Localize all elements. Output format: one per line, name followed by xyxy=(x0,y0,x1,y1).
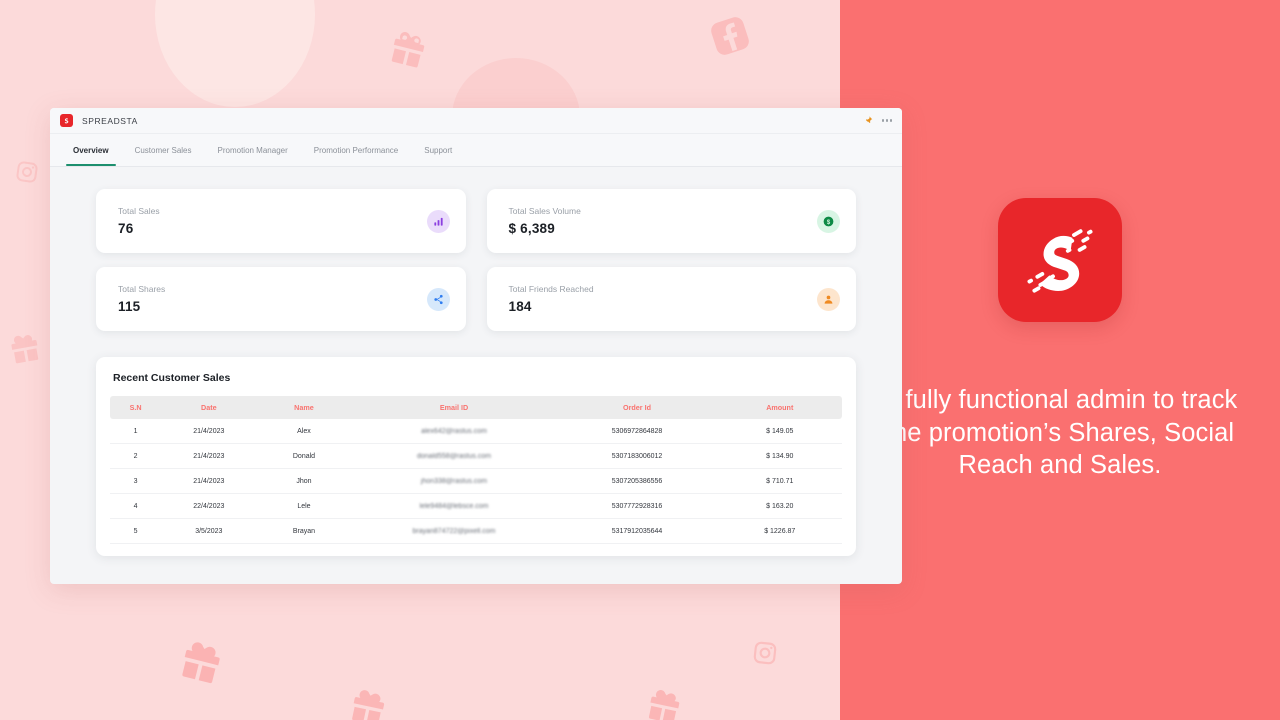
tab-label: Promotion Performance xyxy=(313,145,399,155)
instagram-icon xyxy=(751,639,780,668)
pin-icon[interactable] xyxy=(864,112,873,130)
tab-label: Overview xyxy=(73,145,109,155)
table-row[interactable]: 2 21/4/2023 Donald donald558@rastus.com … xyxy=(110,443,842,469)
stat-label: Total Sales Volume xyxy=(508,206,581,216)
cell-email: brayan874722@pixell.com xyxy=(351,518,557,544)
dollar-coin-icon: $ xyxy=(817,209,840,233)
cell-name: Jhon xyxy=(256,468,352,494)
spreadsta-s-logo-icon xyxy=(998,198,1122,322)
stat-label: Total Shares xyxy=(118,284,166,294)
cell-sn: 4 xyxy=(110,493,162,519)
app-window: SPREADSTA Overview Customer Sales Promot… xyxy=(50,108,902,584)
promo-panel: A fully functional admin to track the pr… xyxy=(840,0,1280,720)
page-root: A fully functional admin to track the pr… xyxy=(0,0,1280,720)
cell-order: 5307772928316 xyxy=(556,493,718,519)
stat-label: Total Friends Reached xyxy=(508,284,594,294)
recent-customer-sales-table: S.N Date Name Email ID Order Id Amount 1… xyxy=(110,396,842,544)
cell-order: 5317912035644 xyxy=(556,518,718,544)
cell-amount: $ 710.71 xyxy=(717,468,842,494)
cell-order: 5306972864828 xyxy=(556,419,718,444)
table-row[interactable]: 3 21/4/2023 Jhon jhon338@rastus.com 5307… xyxy=(110,468,842,494)
stat-value: 184 xyxy=(508,299,532,314)
instagram-icon xyxy=(13,158,40,185)
cell-amount: $ 163.20 xyxy=(717,493,842,519)
stat-value: 115 xyxy=(118,299,141,314)
table-row[interactable]: 1 21/4/2023 Alex alex642@rastus.com 5306… xyxy=(110,419,842,444)
stat-label: Total Sales xyxy=(118,206,160,216)
tab-customer-sales[interactable]: Customer Sales xyxy=(122,134,205,166)
recent-customer-sales-card: Recent Customer Sales S.N Date Name Emai… xyxy=(96,357,856,556)
facebook-icon xyxy=(705,11,755,61)
cell-sn: 2 xyxy=(110,443,162,469)
share-icon xyxy=(426,287,450,311)
gift-icon xyxy=(173,635,229,691)
table-row[interactable]: 5 3/5/2023 Brayan brayan874722@pixell.co… xyxy=(110,518,842,544)
table-row[interactable]: 4 22/4/2023 Lele lele9484@lebsce.com 530… xyxy=(110,493,842,519)
stat-card-total-sales[interactable]: Total Sales 76 xyxy=(88,189,466,253)
cell-order: 5307183006012 xyxy=(556,443,718,469)
table-body: 1 21/4/2023 Alex alex642@rastus.com 5306… xyxy=(110,419,842,544)
window-titlebar: SPREADSTA xyxy=(50,108,902,134)
cell-name: Brayan xyxy=(256,518,352,544)
circle-blob xyxy=(155,0,315,107)
tab-label: Customer Sales xyxy=(134,145,192,155)
column-header-amount[interactable]: Amount xyxy=(717,396,842,419)
cell-date: 21/4/2023 xyxy=(161,468,257,494)
cell-email: jhon338@rastus.com xyxy=(351,468,557,494)
cell-email: lele9484@lebsce.com xyxy=(351,493,557,519)
table-title: Recent Customer Sales xyxy=(113,372,231,384)
tab-label: Support xyxy=(424,145,453,155)
cell-date: 21/4/2023 xyxy=(161,443,257,469)
column-header-name[interactable]: Name xyxy=(256,396,352,419)
gift-icon xyxy=(344,684,391,720)
cell-amount: $ 1226.87 xyxy=(717,518,842,544)
stats-grid: Total Sales 76 Total Sales Volume $ 6,38… xyxy=(88,189,856,331)
column-header-date[interactable]: Date xyxy=(161,396,257,419)
cell-date: 3/5/2023 xyxy=(161,518,257,544)
cell-date: 22/4/2023 xyxy=(161,493,257,519)
cell-date: 21/4/2023 xyxy=(161,419,257,444)
stat-card-total-sales-volume[interactable]: Total Sales Volume $ 6,389 $ xyxy=(478,189,856,253)
cell-sn: 3 xyxy=(110,468,162,494)
tab-label: Promotion Manager xyxy=(217,145,288,155)
user-icon xyxy=(817,287,840,311)
main-content: Total Sales 76 Total Sales Volume $ 6,38… xyxy=(50,167,902,556)
gift-icon xyxy=(5,329,44,368)
cell-email: donald558@rastus.com xyxy=(351,443,557,469)
spreadsta-logo-icon xyxy=(60,114,73,127)
tab-promotion-performance[interactable]: Promotion Performance xyxy=(301,134,411,166)
more-options-icon[interactable] xyxy=(881,119,892,122)
cell-name: Lele xyxy=(256,493,352,519)
cell-name: Donald xyxy=(256,443,352,469)
column-header-email[interactable]: Email ID xyxy=(351,396,557,419)
stat-value: $ 6,389 xyxy=(508,221,555,236)
bar-chart-icon xyxy=(426,209,450,233)
window-brand-label: SPREADSTA xyxy=(82,115,138,126)
stat-value: 76 xyxy=(118,221,134,236)
table-header-row: S.N Date Name Email ID Order Id Amount xyxy=(110,396,842,419)
stat-card-total-shares[interactable]: Total Shares 115 xyxy=(88,267,466,331)
stat-card-total-friends-reached[interactable]: Total Friends Reached 184 xyxy=(478,267,856,331)
column-header-sn[interactable]: S.N xyxy=(110,396,162,419)
gift-icon xyxy=(641,684,686,720)
table-header: S.N Date Name Email ID Order Id Amount xyxy=(110,396,842,419)
tab-bar: Overview Customer Sales Promotion Manage… xyxy=(50,134,902,167)
tab-overview[interactable]: Overview xyxy=(60,134,122,166)
cell-order: 5307205386556 xyxy=(556,468,718,494)
cell-amount: $ 134.90 xyxy=(717,443,842,469)
promo-tagline: A fully functional admin to track the pr… xyxy=(882,386,1238,480)
cell-amount: $ 149.05 xyxy=(717,419,842,444)
tab-support[interactable]: Support xyxy=(411,134,465,166)
cell-name: Alex xyxy=(256,419,352,444)
tab-promotion-manager[interactable]: Promotion Manager xyxy=(205,134,301,166)
cell-sn: 5 xyxy=(110,518,162,544)
cell-email: alex642@rastus.com xyxy=(351,419,557,444)
gift-icon xyxy=(384,26,432,74)
cell-sn: 1 xyxy=(110,419,162,444)
column-header-order[interactable]: Order Id xyxy=(556,396,718,419)
